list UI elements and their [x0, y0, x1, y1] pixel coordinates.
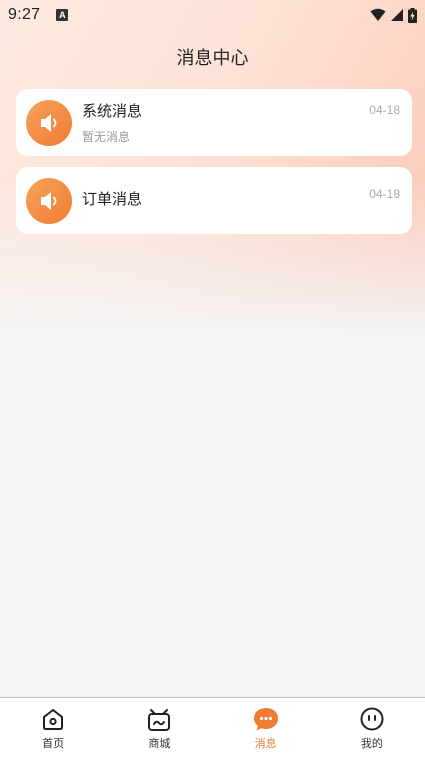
message-card-system[interactable]: 系统消息 暂无消息 04-18 [16, 89, 412, 156]
speaker-icon [26, 177, 72, 224]
signal-icon [391, 9, 403, 21]
tab-label: 我的 [360, 737, 383, 750]
tab-profile[interactable]: 我的 [319, 698, 425, 757]
message-title: 订单消息 [82, 190, 143, 208]
tab-label: 商城 [148, 737, 171, 750]
profile-icon [360, 707, 384, 731]
status-icons [370, 7, 417, 23]
tab-message[interactable]: 消息 [213, 698, 319, 757]
shop-icon [148, 709, 171, 731]
message-date: 04-18 [369, 103, 400, 117]
wifi-icon [370, 8, 386, 21]
tab-label: 首页 [42, 737, 65, 750]
message-date: 04-18 [369, 187, 400, 201]
page-title: 消息中心 [176, 48, 249, 69]
status-time: 9:27 [8, 6, 41, 23]
tab-shop[interactable]: 商城 [106, 698, 212, 757]
tab-home[interactable]: 首页 [0, 698, 106, 757]
home-icon [43, 709, 64, 730]
status-bar: 9:27 A [0, 0, 425, 30]
notification-a-icon: A [56, 9, 69, 21]
message-subtitle: 暂无消息 [82, 130, 131, 144]
tab-label: 消息 [254, 737, 277, 750]
bottom-tab-bar: 首页 商城 消息 我的 [0, 697, 425, 757]
message-icon [253, 708, 278, 731]
speaker-icon [26, 99, 72, 146]
battery-charging-icon [408, 7, 417, 23]
message-title: 系统消息 [82, 102, 143, 120]
message-card-order[interactable]: 订单消息 04-18 [16, 167, 412, 234]
